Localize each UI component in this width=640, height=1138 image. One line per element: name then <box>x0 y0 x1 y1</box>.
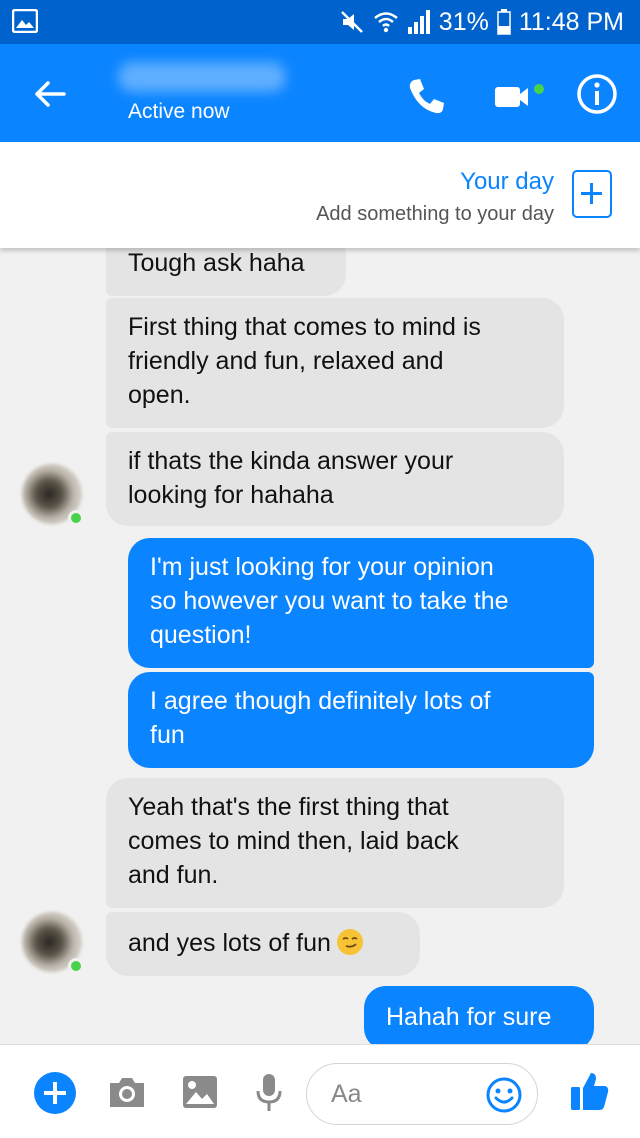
clock: 11:48 PM <box>518 7 624 36</box>
active-status: Active now <box>128 100 230 123</box>
your-day-title[interactable]: Your day <box>460 168 554 196</box>
gallery-icon <box>12 9 38 33</box>
message-incoming[interactable]: First thing that comes to mind is friend… <box>106 298 564 428</box>
battery-icon <box>497 9 511 35</box>
wifi-icon <box>374 12 398 33</box>
emoji-icon[interactable] <box>485 1076 523 1114</box>
message-text: Hahah for sure <box>386 1003 552 1031</box>
your-day-banner[interactable]: Your day Add something to your day <box>0 142 640 248</box>
message-outgoing[interactable]: Hahah for sure <box>364 986 594 1050</box>
message-outgoing[interactable]: I agree though definitely lots of fun <box>128 672 594 768</box>
message-text: so however you want to take the <box>150 587 509 615</box>
message-incoming[interactable]: Yeah that's the first thing that comes t… <box>106 778 564 908</box>
message-text: I agree though definitely lots of <box>150 687 491 715</box>
message-text: First thing that comes to mind is <box>128 313 481 341</box>
message-text: comes to mind then, laid back <box>128 827 459 855</box>
message-text: friendly and fun, relaxed and <box>128 347 444 375</box>
message-text: and fun. <box>128 861 219 889</box>
chat-header: Active now <box>0 44 640 142</box>
message-text: question! <box>150 621 252 649</box>
message-incoming[interactable]: and yes lots of fun <box>106 912 420 976</box>
back-arrow-icon[interactable] <box>30 74 70 114</box>
message-text: looking for hahaha <box>128 481 334 509</box>
message-text: open. <box>128 381 191 409</box>
message-text: Tough ask haha <box>128 249 305 277</box>
message-text: if thats the kinda answer your <box>128 447 454 475</box>
message-text: and yes lots of fun <box>128 929 331 957</box>
message-composer: Aa <box>0 1044 640 1138</box>
mute-icon <box>340 11 363 33</box>
signal-icon <box>407 10 430 34</box>
plus-icon[interactable] <box>32 1070 78 1116</box>
messenger-screen: 31% 11:48 PM Active now Your day Add som… <box>0 0 640 1138</box>
status-bar: 31% 11:48 PM <box>0 0 640 44</box>
video-camera-icon[interactable] <box>490 76 550 116</box>
contact-name-redacted[interactable] <box>118 62 286 92</box>
message-input[interactable]: Aa <box>306 1063 538 1125</box>
info-icon[interactable] <box>575 72 619 116</box>
your-day-subtitle: Add something to your day <box>316 203 554 225</box>
microphone-icon[interactable] <box>254 1071 284 1115</box>
add-to-day-button[interactable] <box>572 170 612 218</box>
message-outgoing[interactable]: I'm just looking for your opinion so how… <box>128 538 594 668</box>
thumbs-up-icon[interactable] <box>568 1069 610 1113</box>
message-incoming[interactable]: if thats the kinda answer your looking f… <box>106 432 564 526</box>
smirk-emoji-icon <box>336 929 363 955</box>
message-text: Yeah that's the first thing that <box>128 793 449 821</box>
online-indicator <box>68 958 84 974</box>
camera-icon[interactable] <box>106 1073 148 1111</box>
image-icon[interactable] <box>180 1073 220 1111</box>
phone-icon[interactable] <box>404 74 448 118</box>
online-indicator <box>68 510 84 526</box>
message-input-placeholder: Aa <box>331 1080 362 1108</box>
message-text: fun <box>150 721 185 749</box>
battery-percent: 31% <box>438 7 489 36</box>
message-text: I'm just looking for your opinion <box>150 553 494 581</box>
